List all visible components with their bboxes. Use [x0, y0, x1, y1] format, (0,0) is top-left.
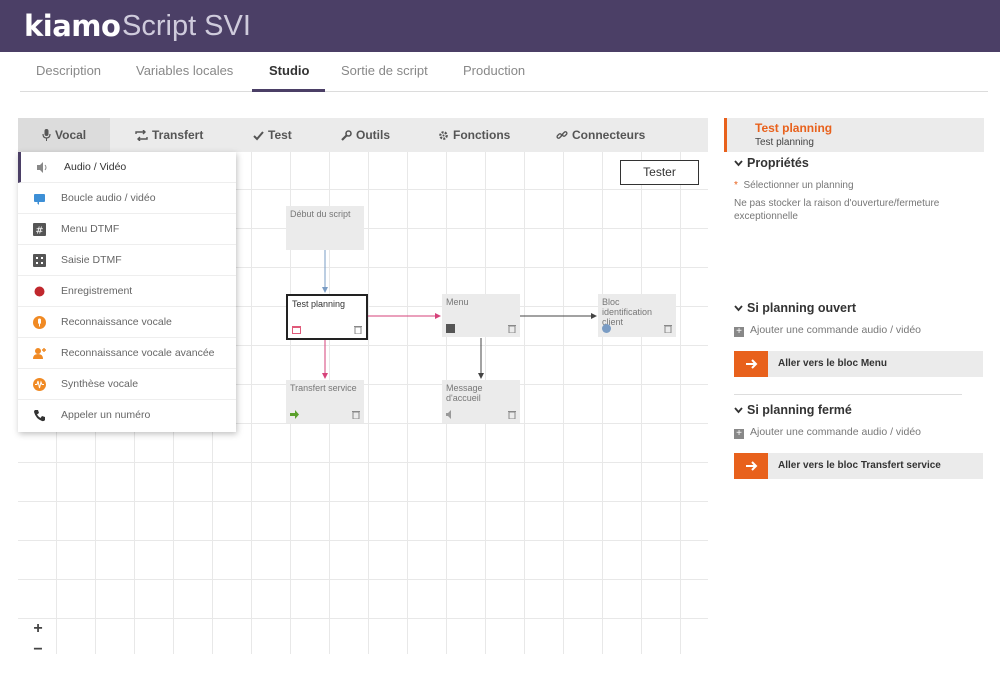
- hash-icon: [446, 324, 455, 333]
- menu-item-label: Reconnaissance vocale avancée: [61, 347, 215, 359]
- add-command-closed[interactable]: + Ajouter une commande audio / vidéo: [734, 426, 921, 439]
- properties-header: Test planning Test planning: [724, 118, 984, 152]
- menu-item-reconnaissance-vocale[interactable]: Reconnaissance vocale: [18, 307, 236, 338]
- info-icon: [602, 324, 611, 333]
- section-planning-ouvert[interactable]: Si planning ouvert: [734, 301, 856, 315]
- add-command-label: Ajouter une commande audio / vidéo: [750, 324, 922, 336]
- section-planning-ferme-label: Si planning fermé: [747, 403, 852, 417]
- goto-menu-button[interactable]: Aller vers le bloc Menu: [734, 351, 983, 377]
- add-command-label: Ajouter une commande audio / vidéo: [750, 426, 922, 438]
- menu-item-label: Audio / Vidéo: [64, 161, 127, 173]
- add-command-open[interactable]: + Ajouter une commande audio / vidéo: [734, 324, 921, 337]
- menu-item-label: Menu DTMF: [61, 223, 120, 235]
- menu-item-reconnaissance-avancee[interactable]: Reconnaissance vocale avancée: [18, 338, 236, 369]
- svg-text:#: #: [35, 226, 43, 237]
- properties-subtitle: Test planning: [755, 137, 814, 148]
- menu-item-boucle-audio[interactable]: Boucle audio / vidéo: [18, 183, 236, 214]
- goto-transfert-label: Aller vers le bloc Transfert service: [778, 460, 941, 471]
- properties-title: Test planning: [755, 121, 833, 135]
- plus-icon: +: [734, 327, 744, 337]
- arrow-right-icon: [290, 410, 299, 419]
- properties-panel: Test planning Test planning Propriétés *…: [724, 118, 984, 658]
- section-proprietes-label: Propriétés: [747, 156, 809, 170]
- trash-icon[interactable]: [508, 410, 516, 419]
- menu-item-label: Synthèse vocale: [61, 378, 139, 390]
- chevron-down-icon: [734, 160, 743, 167]
- block-message-label: Message d'accueil: [446, 383, 483, 403]
- goto-menu-label: Aller vers le bloc Menu: [778, 358, 887, 369]
- section-proprietes[interactable]: Propriétés: [734, 156, 809, 170]
- menu-item-label: Enregistrement: [61, 285, 133, 297]
- waveform-icon: [33, 378, 46, 391]
- keypad-icon: [33, 254, 46, 267]
- block-menu[interactable]: Menu: [442, 294, 520, 337]
- block-transfert-service[interactable]: Transfert service: [286, 380, 364, 423]
- required-star: *: [734, 180, 738, 191]
- voice-recognition-icon: [33, 316, 46, 329]
- menu-item-enregistrement[interactable]: Enregistrement: [18, 276, 236, 307]
- goto-transfert-button[interactable]: Aller vers le bloc Transfert service: [734, 453, 983, 479]
- section-planning-ferme[interactable]: Si planning fermé: [734, 403, 852, 417]
- loop-icon: [34, 194, 45, 205]
- select-planning-label: Sélectionner un planning: [743, 180, 854, 191]
- phone-icon: [34, 410, 45, 422]
- zoom-out-button[interactable]: −: [30, 642, 46, 658]
- block-start[interactable]: Début du script: [286, 206, 364, 250]
- menu-item-label: Saisie DTMF: [61, 254, 122, 266]
- no-store-reason-option[interactable]: Ne pas stocker la raison d'ouverture/fer…: [734, 197, 979, 223]
- menu-item-synthese-vocale[interactable]: Synthèse vocale: [18, 369, 236, 400]
- block-test-planning-label: Test planning: [292, 299, 346, 309]
- menu-item-audio-video[interactable]: Audio / Vidéo: [18, 152, 236, 183]
- menu-item-label: Reconnaissance vocale: [61, 316, 172, 328]
- hash-icon: #: [33, 223, 46, 236]
- chevron-down-icon: [734, 407, 743, 414]
- zoom-in-button[interactable]: +: [30, 621, 46, 637]
- block-test-planning[interactable]: Test planning: [286, 294, 368, 340]
- trash-icon[interactable]: [508, 324, 516, 333]
- calendar-icon: [292, 326, 301, 334]
- menu-item-saisie-dtmf[interactable]: Saisie DTMF: [18, 245, 236, 276]
- block-menu-label: Menu: [446, 297, 469, 307]
- select-planning-field[interactable]: * Sélectionner un planning: [734, 179, 854, 192]
- arrow-right-icon: [734, 453, 768, 479]
- tester-button[interactable]: Tester: [620, 160, 699, 185]
- block-start-label: Début du script: [290, 209, 351, 219]
- block-transfert-label: Transfert service: [290, 383, 357, 393]
- menu-item-label: Boucle audio / vidéo: [61, 192, 156, 204]
- block-identification-client[interactable]: Bloc identification client: [598, 294, 676, 337]
- chevron-down-icon: [734, 305, 743, 312]
- speaker-icon: [446, 410, 451, 419]
- trash-icon[interactable]: [354, 325, 362, 334]
- speaker-icon: [37, 162, 47, 173]
- block-message-accueil[interactable]: Message d'accueil: [442, 380, 520, 423]
- menu-item-label: Appeler un numéro: [61, 409, 151, 421]
- section-divider: [734, 394, 962, 395]
- menu-item-appeler-numero[interactable]: Appeler un numéro: [18, 400, 236, 431]
- trash-icon[interactable]: [664, 324, 672, 333]
- block-identification-label: Bloc identification client: [602, 297, 653, 327]
- menu-item-menu-dtmf[interactable]: # Menu DTMF: [18, 214, 236, 245]
- advanced-voice-icon: [33, 348, 46, 359]
- record-icon: [34, 286, 45, 297]
- plus-icon: +: [734, 429, 744, 439]
- arrow-right-icon: [734, 351, 768, 377]
- trash-icon[interactable]: [352, 410, 360, 419]
- vocal-menu: Audio / Vidéo Boucle audio / vidéo # Men…: [18, 152, 236, 432]
- section-planning-ouvert-label: Si planning ouvert: [747, 301, 857, 315]
